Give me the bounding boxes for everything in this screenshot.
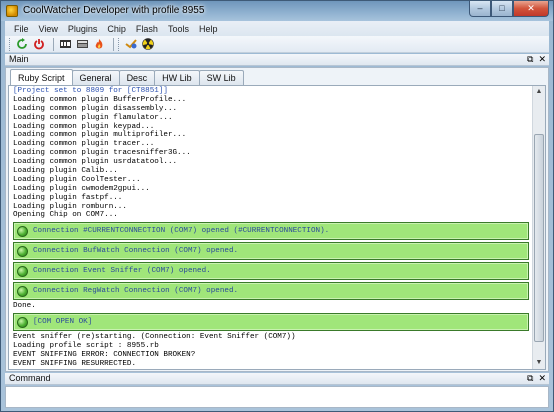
console-line: Loading common plugin BufferProfile... (13, 95, 187, 104)
console-line: Loading common plugin usrdatatool... (13, 158, 178, 167)
connection-ok-icon (17, 265, 28, 277)
toolbar-grip[interactable] (118, 37, 121, 51)
window-title: CoolWatcher Developer with profile 8955 (23, 5, 205, 16)
console-line: Loading profile script : 8955.rb (13, 342, 159, 351)
scroll-up-icon[interactable]: ▲ (533, 86, 545, 98)
connection-status-box: Connection #CURRENTCONNECTION (COM7) ope… (13, 222, 529, 241)
console-line: EVENT SNIFFING RESURRECTED. (13, 359, 137, 368)
com-open-box: [COM OPEN OK] (13, 313, 529, 332)
console-line: Loading common plugin flamulator... (13, 113, 173, 122)
connection-message: Connection #CURRENTCONNECTION (COM7) ope… (33, 226, 330, 235)
console-line: Loading plugin cwmodem2gpui... (13, 184, 150, 193)
connection-status-box: Connection RegWatch Connection (COM7) op… (13, 282, 529, 301)
command-input-area[interactable] (5, 386, 549, 408)
connection-message: Connection RegWatch Connection (COM7) op… (33, 286, 239, 295)
console-line: Loading common plugin tracer... (13, 140, 155, 149)
console-line: Event sniffer (re)starting. (Connection:… (13, 333, 296, 342)
connection-status-box: Connection Event Sniffer (COM7) opened. (13, 262, 529, 281)
minimize-button[interactable]: – (469, 1, 491, 17)
tab-bar: Ruby Script General Desc HW Lib SW Lib (10, 69, 244, 85)
connection-ok-icon (17, 285, 28, 297)
scrollbar-thumb[interactable] (534, 134, 544, 342)
console-line: [Project set to 8809 for [CT8851]] (13, 87, 168, 95)
window-controls: – □ ✕ (469, 1, 549, 17)
toolbar-separator (53, 37, 54, 51)
console-line: Loading common plugin tracesniffer3G... (13, 149, 191, 158)
console-line: Loading plugin CoolTester... (13, 175, 141, 184)
close-button[interactable]: ✕ (513, 1, 549, 17)
com-open-message: [COM OPEN OK] (33, 317, 93, 326)
power-icon[interactable] (32, 38, 46, 51)
title-bar: CoolWatcher Developer with profile 8955 … (1, 1, 553, 21)
main-panel-header: Main ⧉ ✕ (5, 54, 549, 66)
menu-help[interactable]: Help (194, 24, 223, 34)
console-line: Loading common plugin disassembly... (13, 104, 178, 113)
console-line: EVENT SNIFFING ERROR: CONNECTION BROKEN? (13, 351, 196, 360)
toolbar-grip[interactable] (9, 37, 12, 51)
radiation-icon[interactable] (141, 38, 155, 51)
menu-view[interactable]: View (34, 24, 63, 34)
maximize-button[interactable]: □ (491, 1, 513, 17)
menu-bar: File View Plugins Chip Flash Tools Help (5, 21, 549, 36)
menu-file[interactable]: File (9, 24, 34, 34)
connection-status-box: Connection BufWatch Connection (COM7) op… (13, 242, 529, 261)
tab-desc[interactable]: Desc (118, 70, 156, 85)
tab-sw-lib[interactable]: SW Lib (198, 70, 244, 85)
tab-ruby-script[interactable]: Ruby Script (10, 69, 73, 85)
menu-tools[interactable]: Tools (163, 24, 194, 34)
console-line: Loading common plugin multiprofiler... (13, 131, 187, 140)
console-scrollbar[interactable]: ▲ ▼ (532, 86, 545, 369)
app-window: CoolWatcher Developer with profile 8955 … (0, 0, 554, 412)
console-line: Loading plugin fastpf... (13, 193, 123, 202)
toolbar (5, 36, 549, 53)
tab-hw-lib[interactable]: HW Lib (154, 70, 200, 85)
console-line: Loading plugin romburn... (13, 202, 127, 211)
console-line: Loading plugin Calib... (13, 167, 118, 176)
close-panel-icon[interactable]: ✕ (538, 373, 546, 384)
dev-icon[interactable] (75, 38, 89, 51)
menu-flash[interactable]: Flash (131, 24, 163, 34)
console-line: Loading common plugin keypad... (13, 122, 155, 131)
command-panel-title: Command (9, 373, 51, 383)
float-panel-icon[interactable]: ⧉ (527, 373, 533, 384)
console-line: Done. (13, 302, 36, 311)
connection-ok-icon (17, 316, 28, 328)
console-output[interactable]: [Project set to 8809 for [CT8851]] Loadi… (8, 85, 546, 370)
refresh-icon[interactable] (15, 38, 29, 51)
main-panel-title: Main (9, 54, 29, 64)
menu-chip[interactable]: Chip (102, 24, 131, 34)
menu-plugins[interactable]: Plugins (63, 24, 103, 34)
float-panel-icon[interactable]: ⧉ (527, 54, 533, 65)
close-panel-icon[interactable]: ✕ (538, 54, 546, 65)
toolbar-separator (113, 37, 114, 51)
connection-ok-icon (17, 225, 28, 237)
fire-icon[interactable] (92, 38, 106, 51)
app-icon (6, 5, 18, 17)
scroll-down-icon[interactable]: ▼ (533, 357, 545, 369)
tab-general[interactable]: General (71, 70, 120, 85)
command-panel-header: Command ⧉ ✕ (5, 373, 549, 385)
main-panel: Ruby Script General Desc HW Lib SW Lib [… (5, 67, 549, 372)
connection-ok-icon (17, 245, 28, 257)
connection-message: Connection BufWatch Connection (COM7) op… (33, 246, 239, 255)
console-lines: [Project set to 8809 for [CT8851]] Loadi… (13, 87, 529, 369)
plugin-icon[interactable] (124, 38, 138, 51)
console-line: Opening Chip on COM7... (13, 211, 118, 220)
lib-icon[interactable] (58, 38, 72, 51)
connection-message: Connection Event Sniffer (COM7) opened. (33, 266, 211, 275)
